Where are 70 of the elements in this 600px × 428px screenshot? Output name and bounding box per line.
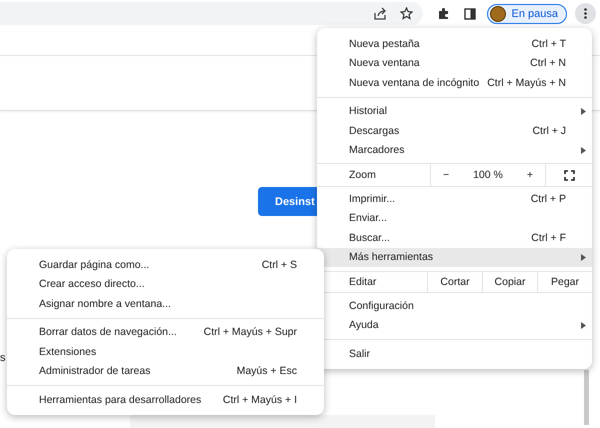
submenu-arrow-icon (581, 108, 586, 115)
menu-item[interactable]: Nueva pestaña Ctrl + T (317, 34, 592, 54)
menu-item[interactable]: Más herramientas (317, 248, 592, 267)
shortcut-label: Ctrl + Mayús + I (222, 394, 297, 406)
uninstall-button[interactable]: Desinst (258, 187, 317, 216)
text-fragment: s (0, 352, 6, 364)
menu-item[interactable]: Nueva ventana de incógnito Ctrl + Mayús + N (317, 73, 592, 92)
menu-item-label: Borrar datos de navegación... (39, 326, 178, 338)
side-panel-icon[interactable] (464, 8, 476, 20)
menu-item-label: Asignar nombre a ventana... (39, 298, 172, 310)
zoom-out-button[interactable]: − (430, 169, 462, 181)
submenu-arrow-icon (581, 146, 586, 154)
menu-item[interactable]: Enviar... (317, 208, 592, 228)
shortcut-label: Ctrl + P (530, 192, 566, 205)
menu-item-label: Crear acceso directo... (39, 278, 146, 290)
menu-item-label: Administrador de tareas (39, 365, 152, 378)
shortcut-label: Mayús + Esc (236, 365, 297, 378)
menu-item[interactable]: Nueva ventana Ctrl + N (317, 54, 592, 73)
menu-item[interactable]: Administrador de tareas Mayús + Esc (7, 362, 324, 381)
menu-item[interactable]: Descargas Ctrl + J (317, 121, 592, 140)
menu-item-label: Imprimir... (349, 192, 396, 205)
menu-item[interactable]: Herramientas para desarrolladores Ctrl + Mayús + I (7, 390, 324, 410)
shortcut-label: Ctrl + Mayús + Supr (204, 326, 297, 338)
menu-item-label: Zoom (349, 169, 377, 181)
puzzle-icon[interactable] (436, 7, 450, 20)
menu-item-label: Configuración (349, 300, 415, 312)
edit-action-button[interactable]: Pegar (550, 276, 580, 288)
menu-item-label: Descargas (349, 124, 400, 137)
menu-item-label: Extensiones (39, 346, 98, 358)
menu-item-label: Herramientas para desarrolladores (39, 394, 202, 406)
menu-button[interactable] (575, 3, 596, 24)
menu-item[interactable]: Extensiones (7, 342, 324, 362)
menu-item[interactable]: Imprimir... Ctrl + P (317, 189, 592, 208)
menu-item-label: Marcadores (349, 144, 406, 156)
scrollbar-thumb[interactable] (584, 370, 589, 425)
shortcut-label: Ctrl + N (530, 57, 566, 70)
star-icon[interactable] (400, 7, 413, 20)
menu-item[interactable]: Borrar datos de navegación... Ctrl + Mayús + Supr (7, 322, 324, 342)
edit-action-button[interactable]: Copiar (494, 276, 526, 288)
menu-item-label: Editar (349, 276, 378, 288)
menu-item-label: Enviar... (349, 212, 388, 224)
menu-item-label: Nueva pestaña (349, 38, 421, 50)
zoom-in-button[interactable]: + (514, 169, 545, 181)
menu-item-label: Más herramientas (349, 251, 434, 264)
menu-item-label: Ayuda (349, 319, 380, 332)
menu-item-label: Salir (349, 348, 372, 360)
zoom-level: 100 % (472, 169, 504, 181)
profile-button[interactable]: En pausa (486, 4, 567, 24)
menu-item[interactable]: Asignar nombre a ventana... (7, 294, 324, 314)
menu-item-label: Nueva ventana (349, 57, 421, 70)
menu-item[interactable]: Marcadores (317, 140, 592, 160)
submenu-arrow-icon (581, 322, 586, 329)
edit-action-button[interactable]: Cortar (440, 276, 470, 288)
shortcut-label: Ctrl + T (531, 38, 566, 50)
menu-item[interactable]: Buscar... Ctrl + F (317, 228, 592, 248)
share-icon[interactable] (372, 7, 387, 20)
menu-item-label: Guardar página como... (39, 258, 150, 271)
fullscreen-icon[interactable] (564, 170, 574, 180)
menu-item-label: Nueva ventana de incógnito (349, 76, 480, 89)
shortcut-label: Ctrl + J (532, 124, 566, 137)
menu-icon (584, 8, 587, 19)
shortcut-label: Ctrl + F (531, 232, 566, 244)
menu-item[interactable]: Historial (317, 102, 592, 121)
menu-item[interactable]: Crear acceso directo... (7, 274, 324, 294)
submenu-arrow-icon (581, 254, 586, 261)
shortcut-label: Ctrl + S (262, 258, 297, 271)
menu-item-label: Historial (349, 105, 388, 118)
shortcut-label: Ctrl + Mayús + N (487, 76, 566, 89)
avatar-icon (490, 6, 506, 22)
menu-item-label: Buscar... (349, 232, 391, 244)
